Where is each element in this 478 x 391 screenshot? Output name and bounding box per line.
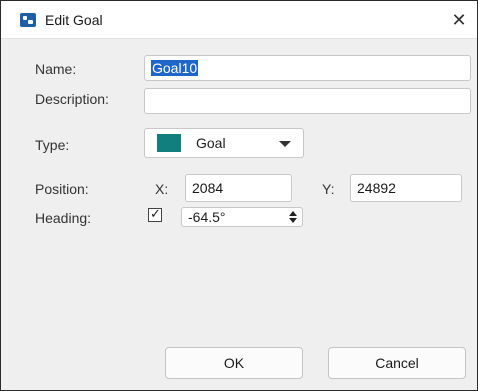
goal-dialog-icon — [20, 13, 36, 27]
position-x-input[interactable]: 2084 — [185, 174, 292, 202]
heading-value: -64.5° — [188, 209, 226, 225]
name-label: Name: — [35, 61, 77, 77]
checkmark-icon: ✓ — [150, 206, 161, 221]
type-select[interactable]: Goal — [144, 128, 304, 158]
type-value: Goal — [196, 135, 226, 151]
spinner-arrows-icon[interactable] — [287, 209, 299, 225]
ok-button[interactable]: OK — [165, 347, 303, 379]
chevron-down-icon — [279, 141, 291, 147]
position-label: Position: — [35, 181, 89, 197]
title-bar: Edit Goal ✕ — [1, 1, 477, 39]
description-input[interactable] — [144, 88, 471, 114]
name-value: Goal10 — [151, 60, 199, 76]
type-label: Type: — [35, 137, 70, 153]
description-label: Description: — [35, 91, 109, 107]
cancel-button[interactable]: Cancel — [328, 347, 466, 379]
position-y-input[interactable]: 24892 — [350, 174, 462, 202]
dialog-title: Edit Goal — [45, 12, 103, 28]
type-color-swatch — [157, 134, 181, 152]
name-input[interactable]: Goal10 — [144, 55, 471, 81]
edit-goal-dialog: Edit Goal ✕ Name: Goal10 Description: Ty… — [0, 0, 478, 391]
heading-spinner[interactable]: -64.5° — [181, 207, 303, 227]
close-button[interactable]: ✕ — [447, 9, 471, 31]
heading-label: Heading: — [35, 210, 92, 226]
position-x-label: X: — [155, 181, 169, 197]
spin-up-icon[interactable] — [289, 211, 297, 216]
heading-enable-checkbox[interactable]: ✓ — [148, 206, 162, 222]
spin-down-icon[interactable] — [289, 218, 297, 223]
position-y-label: Y: — [322, 181, 335, 197]
